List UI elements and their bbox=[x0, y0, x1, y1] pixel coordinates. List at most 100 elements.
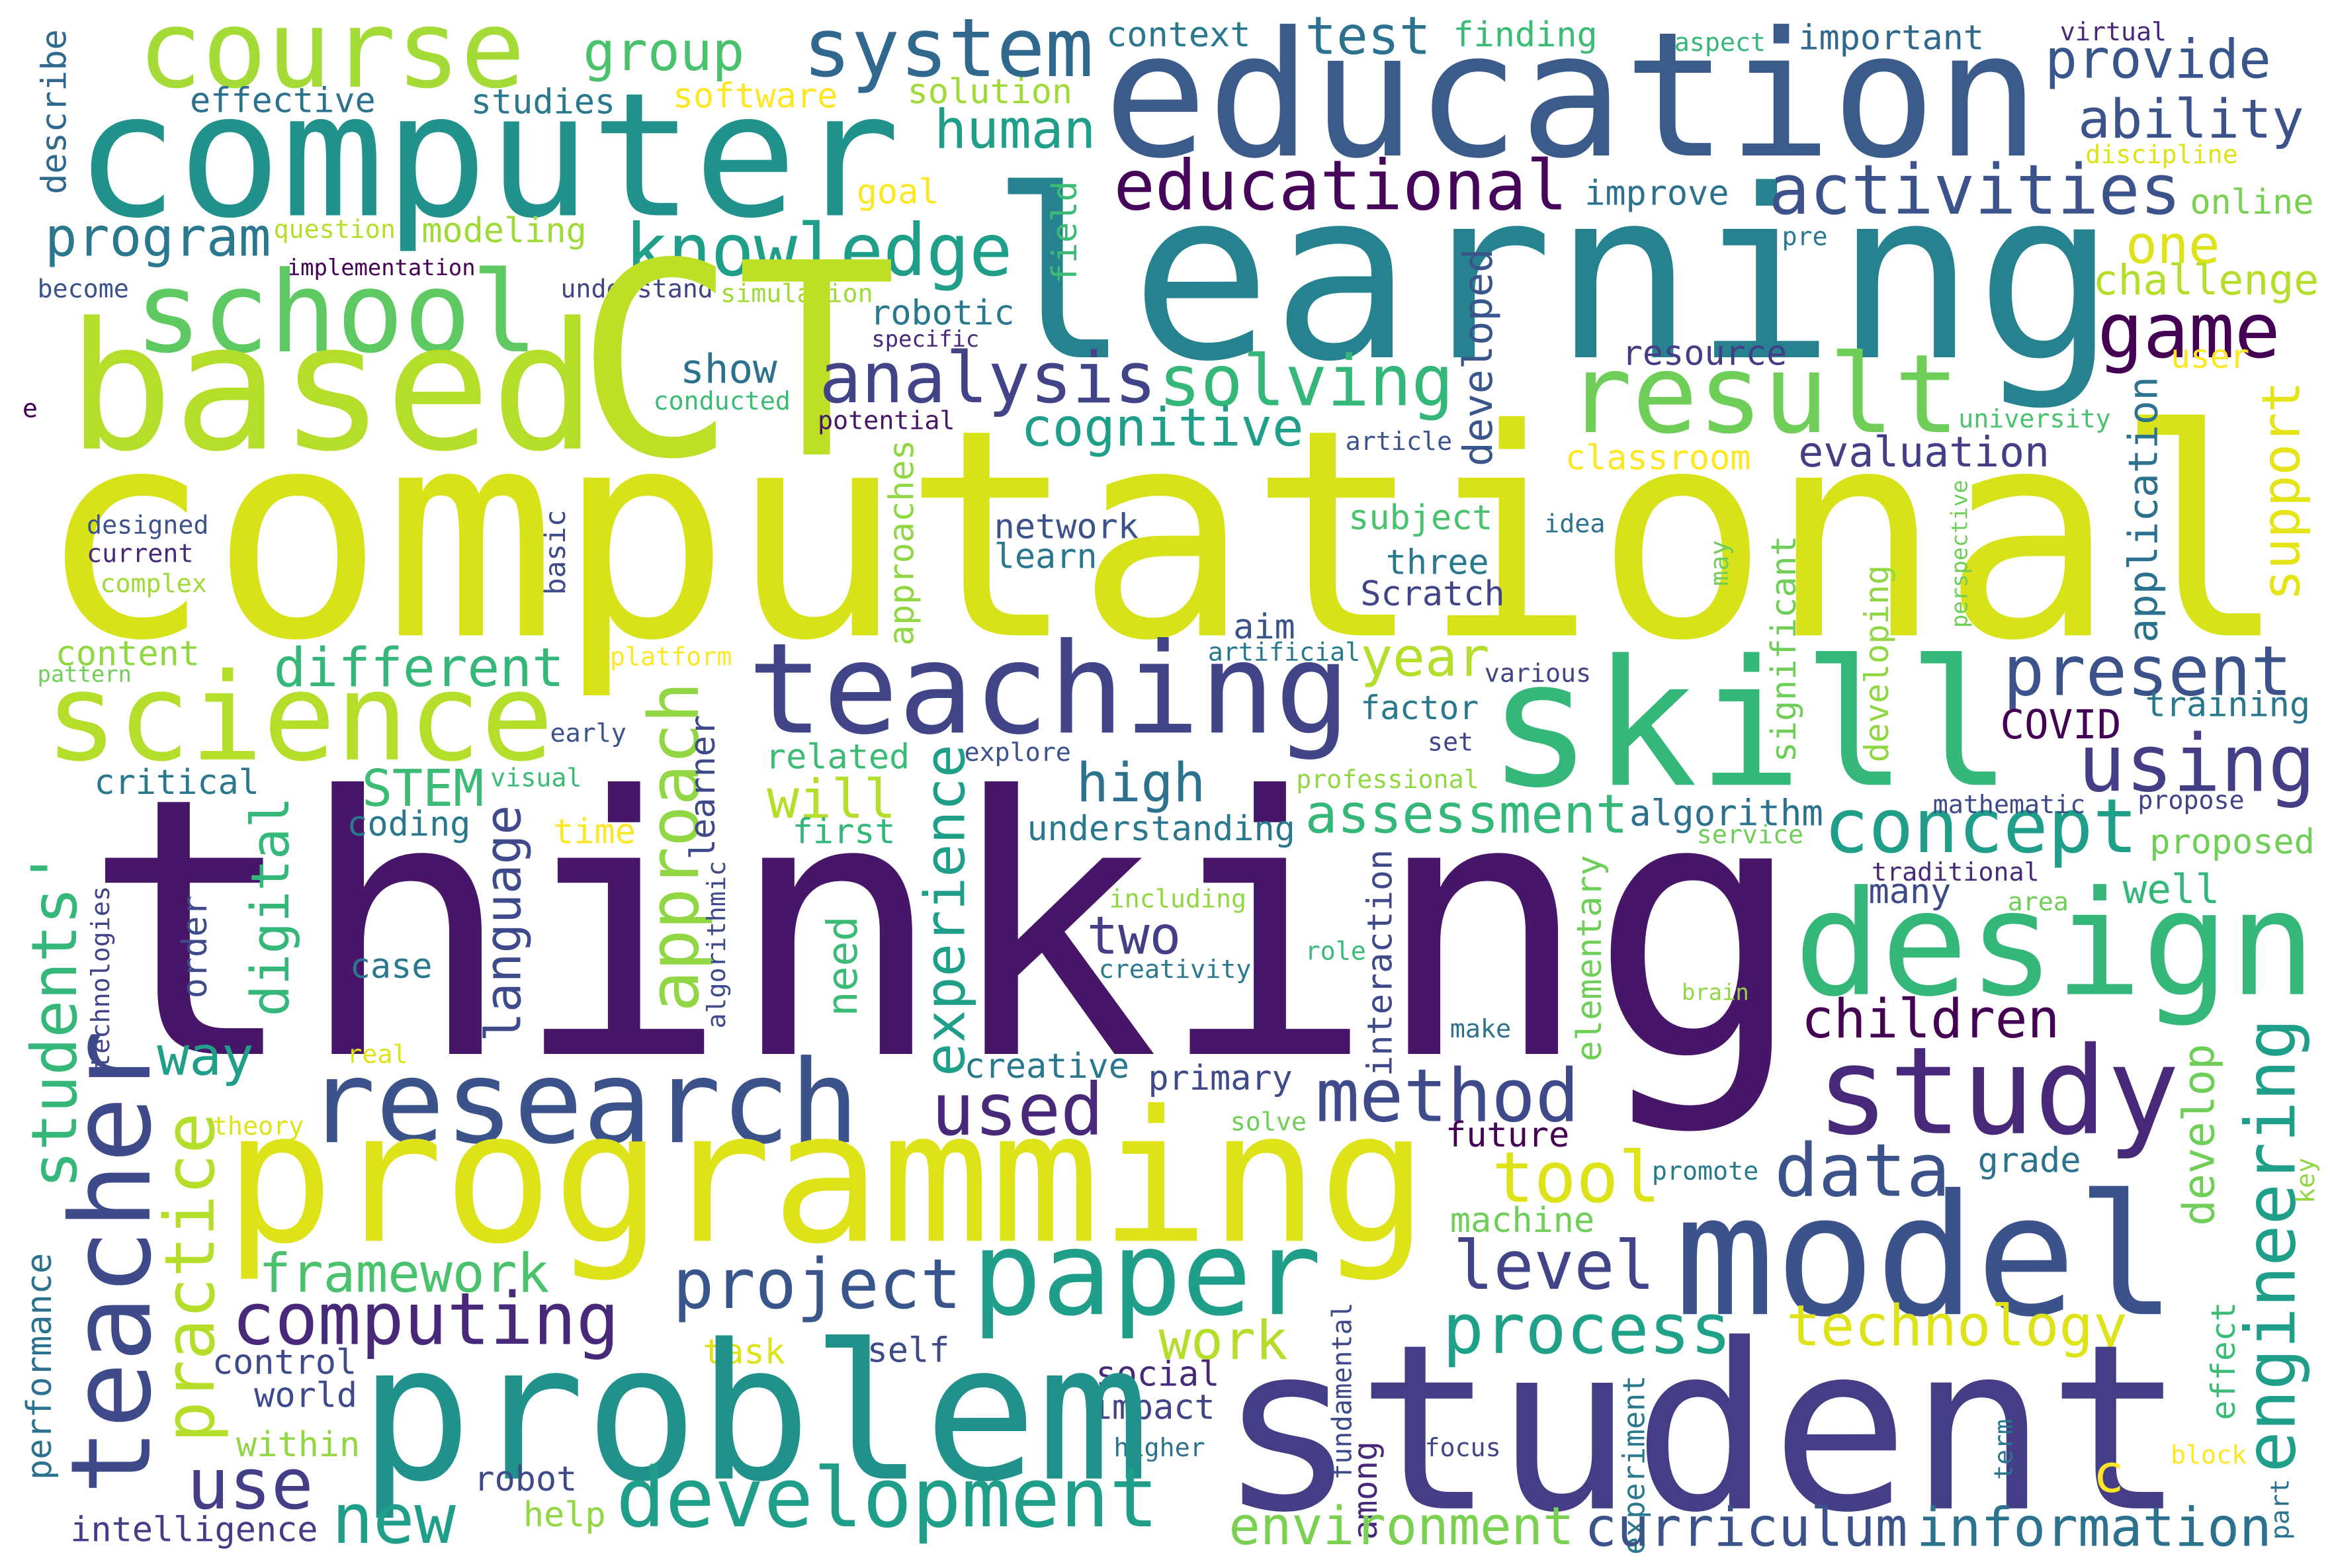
word: designed bbox=[87, 510, 209, 541]
word: article bbox=[1345, 427, 1452, 457]
word: teaching bbox=[747, 615, 1351, 763]
word: practice bbox=[149, 1112, 230, 1443]
word: classroom bbox=[1565, 439, 1751, 478]
word: potential bbox=[818, 406, 955, 436]
word: first bbox=[792, 812, 896, 851]
word: role bbox=[1305, 936, 1366, 967]
word: proposed bbox=[2149, 822, 2315, 862]
word: propose bbox=[2138, 785, 2245, 816]
word: provide bbox=[2045, 29, 2271, 91]
word: time bbox=[553, 812, 636, 851]
word: experience bbox=[912, 744, 978, 1076]
word: year bbox=[1360, 627, 1490, 689]
word: coding bbox=[347, 805, 471, 844]
word: human bbox=[934, 99, 1096, 161]
word: develop bbox=[2174, 1043, 2225, 1226]
word: subject bbox=[1348, 498, 1493, 538]
word: conducted bbox=[653, 386, 791, 417]
word: based bbox=[67, 284, 597, 491]
word: development bbox=[615, 1450, 1159, 1547]
word: basic bbox=[540, 509, 574, 595]
word: control bbox=[212, 1343, 357, 1383]
word: curriculum bbox=[1584, 1497, 1908, 1559]
word: show bbox=[680, 347, 777, 394]
word: may bbox=[1706, 540, 1737, 586]
word: perspective bbox=[1946, 480, 1973, 629]
word: need bbox=[818, 916, 868, 1017]
word: support bbox=[2252, 381, 2313, 601]
word: performance bbox=[21, 1252, 60, 1481]
word: make bbox=[1449, 1014, 1512, 1045]
word: use bbox=[187, 1444, 314, 1527]
word: developed bbox=[1455, 248, 1502, 466]
word: early bbox=[550, 718, 626, 749]
word: visual bbox=[490, 763, 582, 793]
word-cloud: computational thinking learning course compu… bbox=[0, 0, 2332, 1568]
word: training bbox=[2145, 685, 2311, 724]
word: engineering bbox=[2230, 1018, 2311, 1473]
word: studies bbox=[470, 83, 616, 122]
word: online bbox=[2190, 183, 2314, 222]
word: explore bbox=[964, 738, 1071, 768]
word: algorithmic bbox=[703, 861, 734, 1029]
word: language bbox=[474, 805, 533, 1042]
word: Scratch bbox=[1360, 574, 1505, 614]
word: high bbox=[1076, 752, 1206, 814]
word: interaction bbox=[1361, 849, 1401, 1076]
word: group bbox=[583, 21, 745, 83]
word: mathematic bbox=[1932, 790, 2086, 820]
word: aspect bbox=[1674, 28, 1766, 58]
word: creativity bbox=[1098, 955, 1252, 985]
word: evaluation bbox=[1798, 427, 2050, 478]
word: world bbox=[254, 1376, 358, 1415]
word: finding bbox=[1453, 15, 1598, 55]
word: learner bbox=[684, 715, 724, 860]
word: robot bbox=[474, 1459, 578, 1499]
word: ability bbox=[2077, 89, 2304, 151]
word: order bbox=[176, 895, 216, 999]
word: educational bbox=[1113, 145, 1568, 226]
word: field bbox=[1046, 181, 1086, 284]
word: e bbox=[22, 394, 38, 424]
word: effect bbox=[2206, 1301, 2244, 1420]
word: service bbox=[1696, 820, 1803, 850]
word: describe bbox=[36, 29, 75, 195]
word: platform bbox=[609, 642, 732, 672]
word: assessment bbox=[1305, 784, 1628, 846]
word: resource bbox=[1621, 334, 1788, 373]
word: learn bbox=[994, 537, 1098, 577]
word: important bbox=[1798, 19, 1984, 58]
word: environment bbox=[1229, 1498, 1575, 1559]
word: cognitive bbox=[1021, 400, 1304, 460]
word: context bbox=[1106, 15, 1251, 55]
word: term bbox=[1990, 1418, 2020, 1481]
word: factor bbox=[1360, 691, 1479, 729]
word: digital bbox=[241, 797, 302, 1017]
word: idea bbox=[1544, 509, 1606, 539]
word: effective bbox=[189, 81, 376, 120]
word: case bbox=[349, 947, 433, 986]
word: current bbox=[87, 539, 194, 570]
word: brain bbox=[1682, 979, 1749, 1007]
word: approaches bbox=[883, 439, 922, 646]
word: focus bbox=[1424, 1433, 1501, 1463]
word: complex bbox=[100, 569, 207, 599]
word: intelligence bbox=[70, 1510, 318, 1550]
word: elementary bbox=[1571, 855, 1610, 1062]
word: improve bbox=[1584, 174, 1729, 214]
word: new bbox=[331, 1478, 456, 1559]
word: application bbox=[2120, 376, 2167, 643]
word: pre bbox=[1782, 222, 1828, 252]
word: set bbox=[1427, 727, 1474, 758]
word: goal bbox=[856, 173, 939, 212]
word: activities bbox=[1768, 150, 2181, 231]
word: part bbox=[2267, 1479, 2297, 1540]
word: information bbox=[1916, 1497, 2272, 1559]
word: block bbox=[2170, 1440, 2247, 1471]
word: question bbox=[273, 214, 396, 245]
word: modeling bbox=[421, 211, 587, 251]
word: key bbox=[2292, 1157, 2323, 1203]
word: c bbox=[2093, 1446, 2124, 1506]
word: critical bbox=[94, 763, 259, 803]
word: understanding bbox=[1027, 809, 1295, 849]
